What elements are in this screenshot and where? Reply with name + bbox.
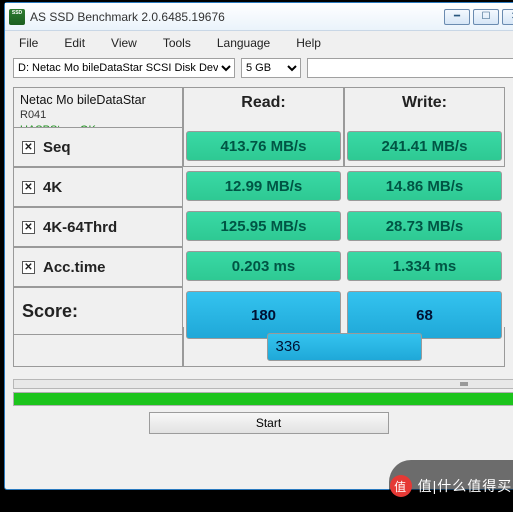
menu-help[interactable]: Help	[296, 36, 321, 50]
row-4k64: ✕ 4K-64Thrd 125.95 MB/s 28.73 MB/s	[13, 207, 513, 247]
total-cell: 336	[183, 327, 505, 367]
titlebar: AS SSD Benchmark 2.0.6485.19676 ━ ☐ ✕	[5, 3, 513, 31]
watermark-logo-icon: 值	[390, 475, 412, 497]
4k-write: 14.86 MB/s	[347, 171, 502, 201]
checkbox-4k[interactable]: ✕	[22, 181, 35, 194]
results-grid: Netac Mo bileDataStar R041 UASPStor - OK…	[13, 87, 513, 367]
device-rev: R041	[20, 108, 46, 122]
row-4k: ✕ 4K 12.99 MB/s 14.86 MB/s	[13, 167, 513, 207]
menu-view[interactable]: View	[111, 36, 137, 50]
acc-read: 0.203 ms	[186, 251, 341, 281]
test-size-select[interactable]: 5 GB	[241, 58, 301, 78]
menu-file[interactable]: File	[19, 36, 38, 50]
row-total: 336	[13, 327, 513, 367]
progress-area: Start	[13, 369, 513, 434]
toolbar-textbox[interactable]	[307, 58, 513, 78]
watermark-text: 值|什么值得买	[418, 476, 513, 496]
row-acc-label: ✕ Acc.time	[13, 247, 183, 287]
watermark: 值 值|什么值得买	[389, 460, 513, 512]
toolbar: D: Netac Mo bileDataStar SCSI Disk Devi …	[5, 55, 513, 81]
menubar: File Edit View Tools Language Help	[5, 31, 513, 55]
app-icon	[9, 9, 25, 25]
start-button[interactable]: Start	[149, 412, 389, 434]
score-total: 336	[267, 333, 422, 361]
seq-write: 241.41 MB/s	[347, 131, 502, 161]
progress-bar-test	[13, 379, 513, 389]
progress-bar-total	[13, 392, 513, 406]
acc-write: 1.334 ms	[347, 251, 502, 281]
minimize-button[interactable]: ━	[444, 9, 470, 25]
menu-language[interactable]: Language	[217, 36, 270, 50]
drive-select[interactable]: D: Netac Mo bileDataStar SCSI Disk Devi	[13, 58, 235, 78]
maximize-button[interactable]: ☐	[473, 9, 499, 25]
row-seq-label: ✕ Seq	[13, 127, 183, 167]
window-controls: ━ ☐ ✕	[444, 9, 513, 25]
menu-edit[interactable]: Edit	[64, 36, 85, 50]
total-spacer	[13, 327, 183, 367]
content-area: Netac Mo bileDataStar R041 UASPStor - OK…	[5, 81, 513, 489]
row-score: Score: 180 68	[13, 287, 513, 327]
header-row: Netac Mo bileDataStar R041 UASPStor - OK…	[13, 87, 513, 127]
4k64-write: 28.73 MB/s	[347, 211, 502, 241]
close-button[interactable]: ✕	[502, 9, 513, 25]
row-4k64-label: ✕ 4K-64Thrd	[13, 207, 183, 247]
row-acc: ✕ Acc.time 0.203 ms 1.334 ms	[13, 247, 513, 287]
checkbox-acc[interactable]: ✕	[22, 261, 35, 274]
device-name: Netac Mo bileDataStar	[20, 92, 146, 108]
checkbox-seq[interactable]: ✕	[22, 141, 35, 154]
checkbox-4k64[interactable]: ✕	[22, 221, 35, 234]
menu-tools[interactable]: Tools	[163, 36, 191, 50]
4k64-read: 125.95 MB/s	[186, 211, 341, 241]
4k-read: 12.99 MB/s	[186, 171, 341, 201]
app-window: AS SSD Benchmark 2.0.6485.19676 ━ ☐ ✕ Fi…	[4, 2, 513, 490]
row-4k-label: ✕ 4K	[13, 167, 183, 207]
seq-read: 413.76 MB/s	[186, 131, 341, 161]
window-title: AS SSD Benchmark 2.0.6485.19676	[30, 10, 225, 24]
